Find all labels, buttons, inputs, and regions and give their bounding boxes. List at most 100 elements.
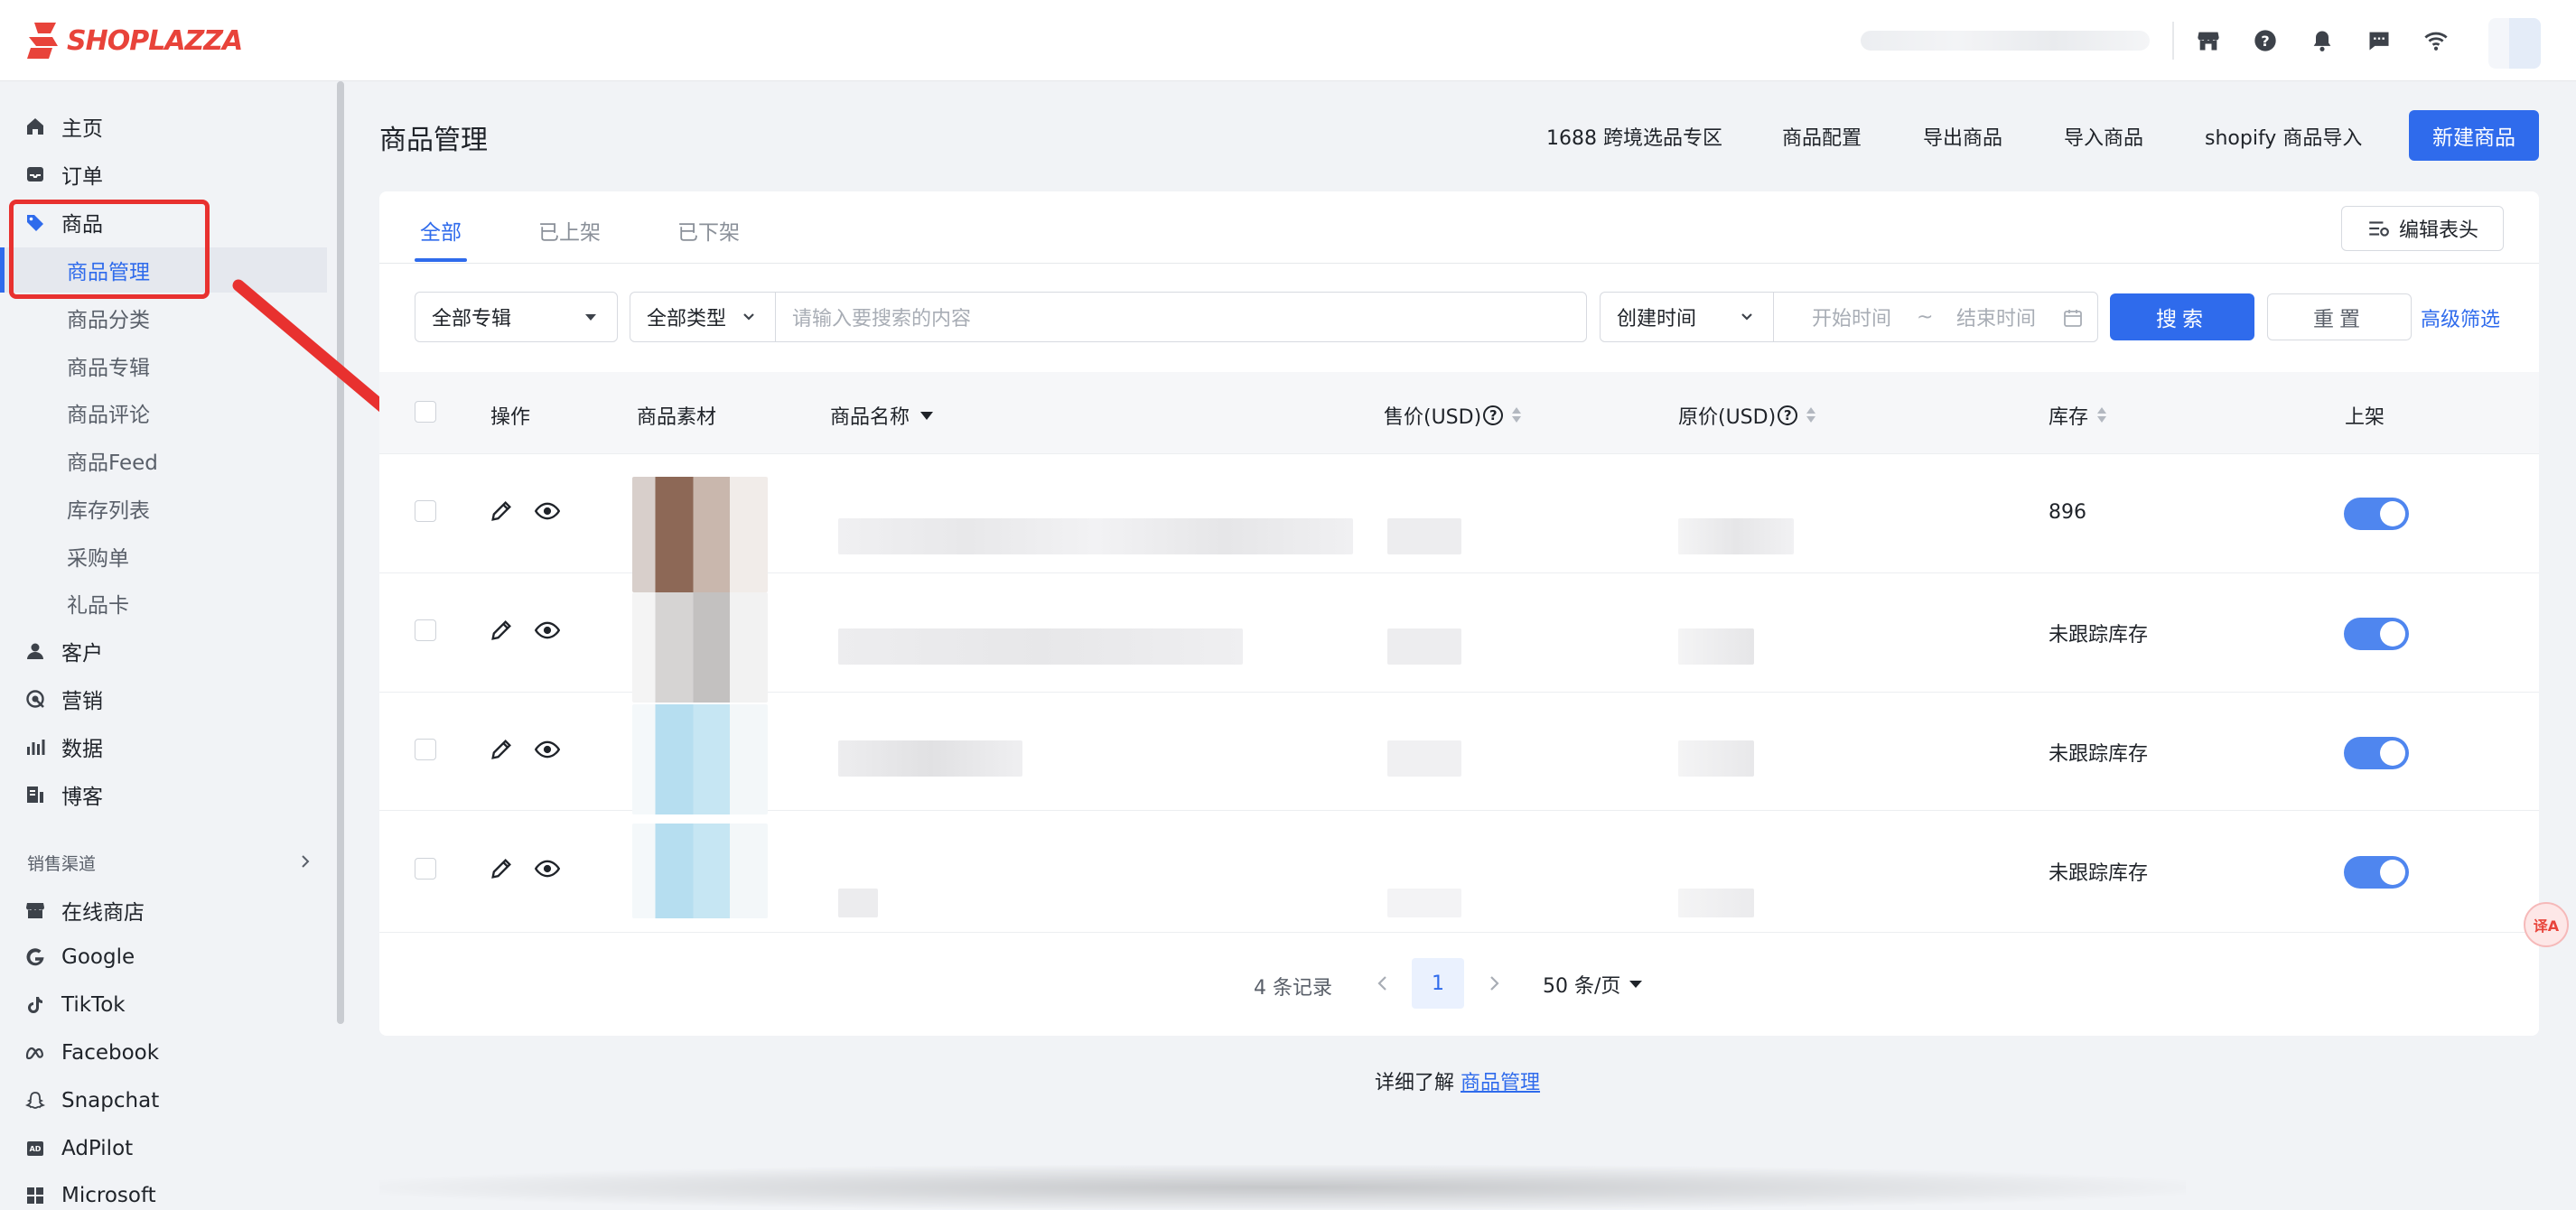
product-name-blurred[interactable] [838,518,1353,554]
type-select[interactable]: 全部类型 [630,292,776,342]
wifi-icon[interactable] [2421,25,2451,56]
date-range-picker[interactable]: 开始时间 ~ 结束时间 [1773,292,2098,342]
message-icon[interactable] [2364,25,2394,56]
sidebar-item-orders[interactable]: 订单 [0,152,340,197]
reset-button[interactable]: 重置 [2267,293,2412,340]
publish-toggle[interactable] [2344,618,2409,650]
sidebar-sub-purchase-orders[interactable]: 采购单 [0,534,340,579]
learn-more-link[interactable]: 商品管理 [1461,1072,1540,1094]
select-all-checkbox[interactable] [415,401,436,423]
edit-pencil-icon[interactable] [489,498,514,524]
sales-channels-heading: 销售渠道 [27,854,97,874]
column-header-stock[interactable]: 库存 [2049,401,2108,430]
sidebar-channel-facebook[interactable]: Facebook [0,1030,340,1075]
sort-icon[interactable] [1510,405,1523,426]
tab-unpublished[interactable]: 已下架 [677,215,740,246]
sidebar-sub-gift-cards[interactable]: 礼品卡 [0,581,340,626]
sidebar-item-marketing[interactable]: 营销 [0,676,340,721]
row-checkbox[interactable] [415,858,436,880]
eye-icon[interactable] [535,737,560,762]
sort-icon[interactable] [1805,405,1817,426]
product-image-thumbnail[interactable] [632,704,768,814]
sidebar-item-label: 客户 [61,642,103,666]
search-input[interactable]: 请输入要搜索的内容 [775,292,1587,342]
caret-down-icon [585,314,596,321]
publish-toggle[interactable] [2344,498,2409,530]
search-button[interactable]: 搜索 [2110,293,2254,340]
eye-icon[interactable] [535,856,560,881]
sidebar-sub-feed[interactable]: 商品Feed [0,438,340,483]
sidebar-channel-online-store[interactable]: 在线商店 [0,888,340,933]
prev-page-icon[interactable] [1373,973,1393,993]
collection-select[interactable]: 全部专辑 [415,292,618,342]
edit-columns-button[interactable]: 编辑表头 [2341,206,2504,251]
sidebar-channel-microsoft[interactable]: Microsoft [0,1173,340,1210]
product-name-blurred[interactable] [838,740,1022,777]
product-name-blurred[interactable] [838,889,878,917]
sort-desc-icon[interactable] [919,407,935,424]
product-image-thumbnail[interactable] [632,592,768,703]
price-blurred [1387,628,1461,665]
sidebar-item-blog[interactable]: 博客 [0,772,340,817]
cross-border-1688-link[interactable]: 1688 跨境选品专区 [1546,122,1722,151]
sidebar-sub-categories[interactable]: 商品分类 [0,295,340,340]
sort-icon[interactable] [2095,405,2108,426]
sidebar-sub-inventory[interactable]: 库存列表 [0,486,340,531]
sidebar-item-analytics[interactable]: 数据 [0,724,340,769]
sidebar-item-label: 营销 [61,690,103,713]
eye-icon[interactable] [535,498,560,524]
sidebar-channel-google[interactable]: Google [0,935,340,980]
column-header-name[interactable]: 商品名称 [830,401,935,430]
column-header-actions: 操作 [490,401,530,430]
publish-toggle[interactable] [2344,737,2409,769]
help-icon[interactable]: ? [2250,25,2281,56]
sidebar-item-home[interactable]: 主页 [0,104,340,149]
avatar[interactable] [2488,18,2541,69]
chevron-right-icon[interactable] [296,852,314,870]
edit-pencil-icon[interactable] [489,856,514,881]
sidebar-item-label: 订单 [61,165,103,189]
sidebar-channel-adpilot[interactable]: AD AdPilot [0,1126,340,1171]
help-circle-icon[interactable]: ? [1778,405,1798,425]
sidebar-channel-tiktok[interactable]: TikTok [0,982,340,1028]
row-checkbox[interactable] [415,619,436,641]
product-name-blurred[interactable] [838,628,1243,665]
shopify-import-link[interactable]: shopify 商品导入 [2205,122,2362,151]
product-settings-link[interactable]: 商品配置 [1782,122,1862,151]
edit-pencil-icon[interactable] [489,618,514,643]
product-image-thumbnail[interactable] [632,477,768,592]
sidebar-sub-collections[interactable]: 商品专辑 [0,343,340,388]
edit-pencil-icon[interactable] [489,737,514,762]
publish-toggle[interactable] [2344,856,2409,889]
product-image-thumbnail[interactable] [632,824,768,918]
page-size-select[interactable]: 50 条/页 [1543,970,1643,999]
export-products-link[interactable]: 导出商品 [1923,122,2002,151]
sidebar-item-products[interactable]: 商品 [0,200,340,245]
sidebar-sub-reviews[interactable]: 商品评论 [0,390,340,435]
store-icon [23,898,47,922]
tab-all[interactable]: 全部 [420,215,462,246]
sidebar-channel-snapchat[interactable]: Snapchat [0,1078,340,1123]
tab-published[interactable]: 已上架 [538,215,601,246]
translate-icon[interactable]: 译A [2524,902,2569,947]
date-field-select[interactable]: 创建时间 [1600,292,1774,342]
shoplazza-logo[interactable]: SHOPLAZZA [25,20,243,61]
sidebar-sub-product-management[interactable]: 商品管理 [0,247,327,293]
store-name-blurred[interactable] [1861,31,2150,51]
import-products-link[interactable]: 导入商品 [2064,122,2143,151]
row-checkbox[interactable] [415,739,436,760]
sidebar-item-customers[interactable]: 客户 [0,628,340,674]
new-product-button[interactable]: 新建商品 [2409,110,2539,161]
eye-icon[interactable] [535,618,560,643]
page-number-current[interactable]: 1 [1412,958,1464,1009]
row-checkbox[interactable] [415,500,436,522]
bell-icon[interactable] [2307,25,2338,56]
next-page-icon[interactable] [1484,973,1504,993]
advanced-filter-link[interactable]: 高级筛选 [2421,303,2500,332]
column-header-label: 商品素材 [637,406,717,429]
help-circle-icon[interactable]: ? [1483,405,1504,425]
column-header-compare-price[interactable]: 原价(USD) ? [1678,401,1817,430]
store-icon[interactable] [2193,25,2224,56]
snapchat-icon [23,1089,47,1112]
column-header-price[interactable]: 售价(USD) ? [1384,401,1523,430]
